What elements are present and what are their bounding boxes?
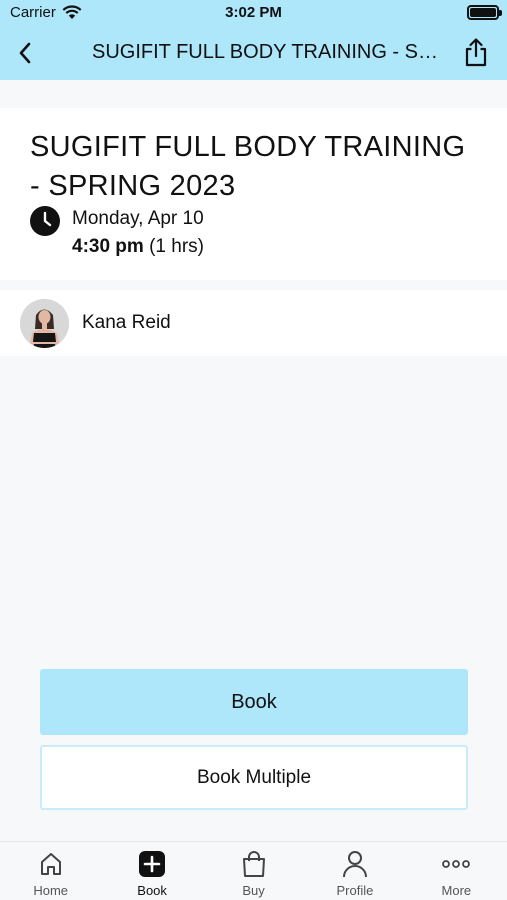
book-button[interactable]: Book bbox=[40, 669, 468, 735]
person-icon bbox=[341, 850, 369, 878]
status-time: 3:02 PM bbox=[225, 4, 282, 21]
tab-label-buy: Buy bbox=[242, 883, 265, 898]
instructor-photo bbox=[20, 299, 69, 348]
event-time-row: 4:30 pm (1 hrs) bbox=[72, 236, 204, 258]
tab-label-profile: Profile bbox=[336, 883, 374, 898]
share-icon bbox=[465, 38, 487, 67]
nav-bar: SUGIFIT FULL BODY TRAINING - SPRING 2023 bbox=[0, 26, 507, 80]
event-time: 4:30 pm bbox=[72, 236, 144, 257]
tab-label-home: Home bbox=[33, 883, 69, 898]
tab-bar: Home Book Buy Profile More bbox=[0, 841, 507, 900]
event-duration: (1 hrs) bbox=[149, 236, 204, 257]
avatar bbox=[20, 299, 69, 348]
share-button[interactable] bbox=[459, 34, 493, 70]
instructor-name: Kana Reid bbox=[82, 312, 171, 333]
battery-icon bbox=[467, 5, 502, 20]
tab-buy[interactable]: Buy bbox=[203, 842, 304, 900]
tab-label-book: Book bbox=[137, 883, 167, 898]
nav-title: SUGIFIT FULL BODY TRAINING - SPRING 2023 bbox=[92, 41, 447, 63]
instructor-row[interactable]: Kana Reid bbox=[0, 290, 507, 356]
tab-more[interactable]: More bbox=[406, 842, 507, 900]
event-title: SUGIFIT FULL BODY TRAINING - SPRING 2023 bbox=[30, 131, 466, 202]
tab-home[interactable]: Home bbox=[0, 842, 101, 900]
plus-square-icon bbox=[138, 850, 166, 878]
home-icon bbox=[37, 850, 65, 878]
event-details-card: SUGIFIT FULL BODY TRAINING - SPRING 2023… bbox=[0, 108, 507, 280]
book-multiple-button[interactable]: Book Multiple bbox=[40, 745, 468, 810]
event-date: Monday, Apr 10 bbox=[72, 208, 204, 229]
back-button[interactable] bbox=[8, 36, 42, 70]
more-dots-icon bbox=[442, 850, 471, 878]
shopping-bag-icon bbox=[240, 850, 268, 878]
status-bar: Carrier 3:02 PM bbox=[0, 0, 507, 26]
chevron-left-icon bbox=[19, 42, 31, 64]
tab-label-more: More bbox=[441, 883, 472, 898]
tab-book[interactable]: Book bbox=[101, 842, 202, 900]
tab-profile[interactable]: Profile bbox=[304, 842, 405, 900]
clock-icon bbox=[30, 206, 60, 236]
header-area: Carrier 3:02 PM SUGIFIT FULL BODY TRAINI… bbox=[0, 0, 507, 80]
